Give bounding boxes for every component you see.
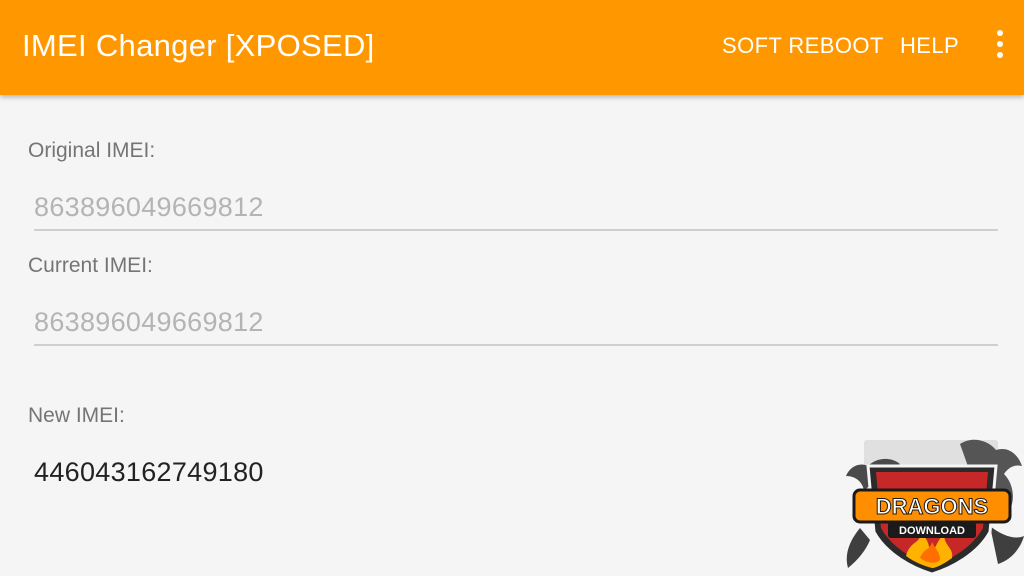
dragons-download-watermark-logo: DRAGONS DOWNLOAD <box>846 439 1024 576</box>
app-title: IMEI Changer [XPOSED] <box>22 28 375 63</box>
watermark-subtitle: DOWNLOAD <box>899 525 965 537</box>
original-imei-label: Original IMEI: <box>28 139 156 162</box>
original-imei-field: 863896049669812 <box>34 192 264 222</box>
new-imei-input[interactable]: 446043162749180 <box>34 457 264 488</box>
watermark-title: DRAGONS <box>876 494 988 519</box>
help-button[interactable]: HELP <box>900 33 959 59</box>
soft-reboot-button[interactable]: SOFT REBOOT <box>722 33 884 59</box>
current-imei-underline <box>34 344 998 346</box>
app-bar: IMEI Changer [XPOSED] SOFT REBOOT HELP <box>0 0 1024 95</box>
current-imei-field: 863896049669812 <box>34 307 264 337</box>
more-vert-icon[interactable] <box>990 30 1010 64</box>
original-imei-underline <box>34 229 998 231</box>
new-imei-label: New IMEI: <box>28 404 125 427</box>
current-imei-label: Current IMEI: <box>28 254 153 277</box>
